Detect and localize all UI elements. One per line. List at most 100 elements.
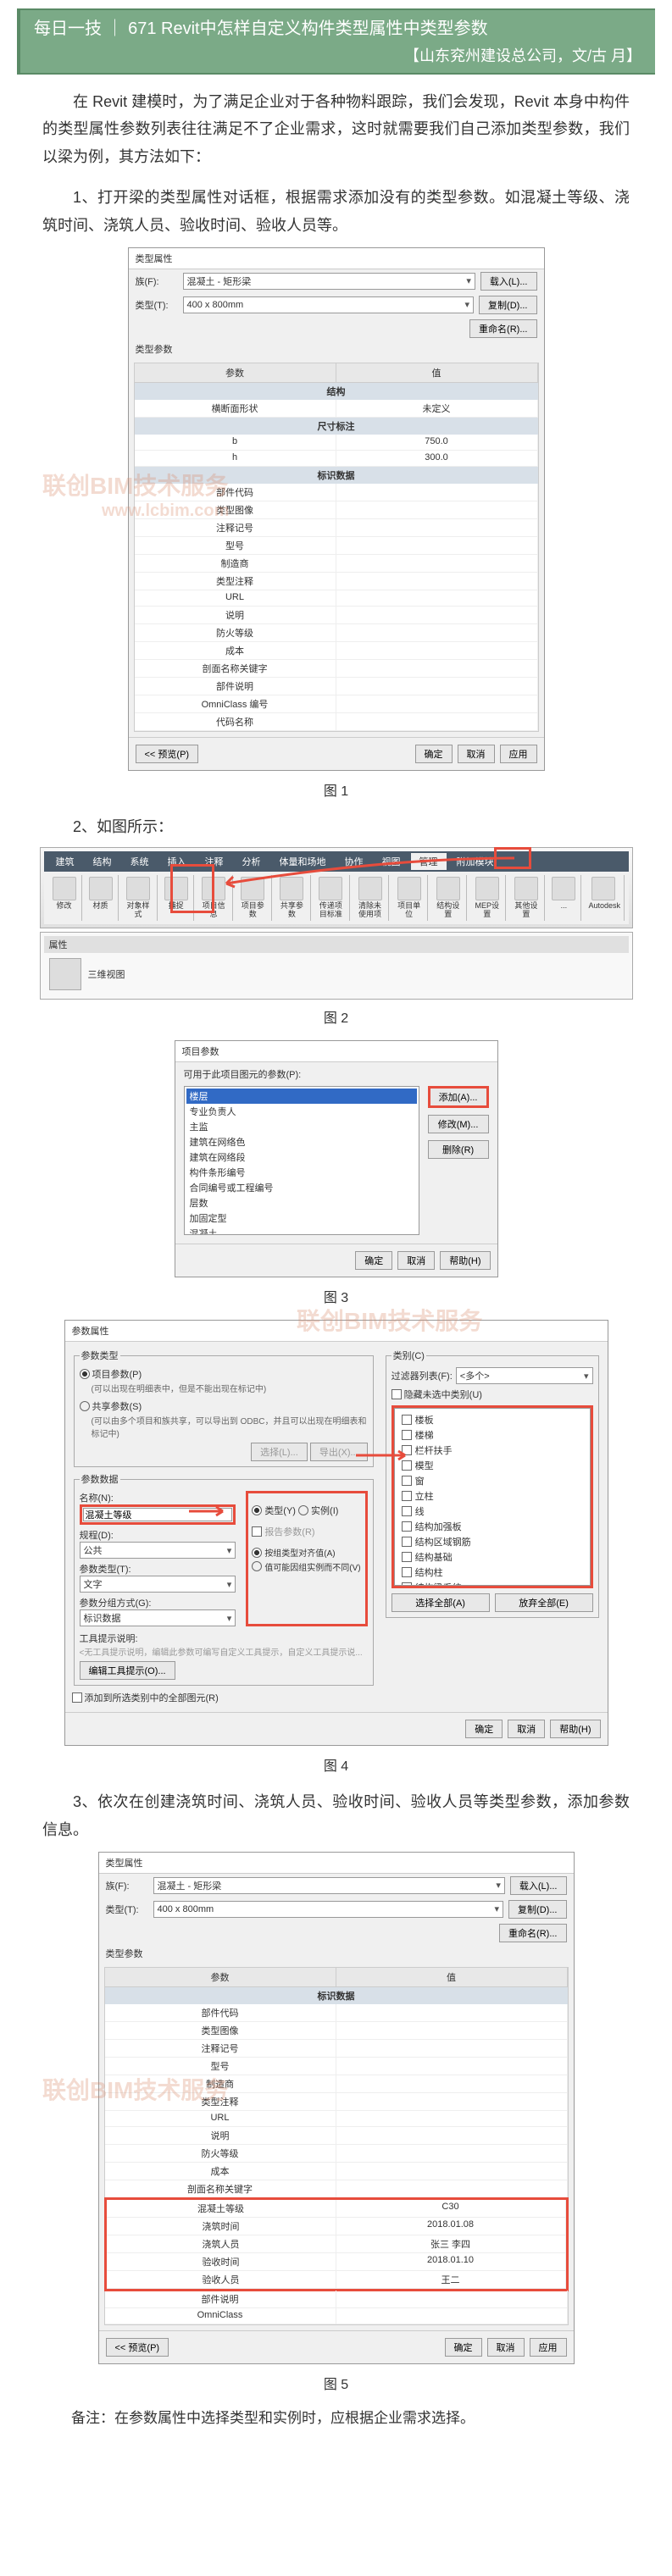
group-dimensions: 尺寸标注	[135, 418, 538, 435]
ribbon-tab[interactable]: 系统	[122, 853, 158, 870]
list-item[interactable]: 建筑在网络段	[186, 1150, 417, 1165]
shared-param-radio[interactable]: 共享参数(S)	[80, 1399, 142, 1413]
ribbon-tab[interactable]: 结构	[85, 853, 120, 870]
discipline-label: 规程(D):	[80, 1528, 236, 1542]
hide-unchecked-checkbox[interactable]: 隐藏未选中类别(U)	[392, 1388, 482, 1401]
list-item[interactable]: 专业负责人	[186, 1104, 417, 1119]
tree-item[interactable]: 模型	[398, 1458, 586, 1473]
cancel-button[interactable]: 取消	[397, 1251, 435, 1270]
table-row: 成本	[105, 2163, 568, 2180]
type-radio[interactable]: 类型(Y)	[252, 1504, 296, 1517]
figure-2: 建筑结构系统插入注释分析体量和场地协作视图管理附加模块 修改材质对象样式捕捉项目…	[40, 847, 633, 1000]
tree-item[interactable]: 结构区域钢筋	[398, 1534, 586, 1549]
ribbon-group[interactable]: Autodesk	[583, 875, 625, 921]
add-button[interactable]: 添加(A)...	[428, 1086, 489, 1108]
list-item[interactable]: 合同编号或工程编号	[186, 1180, 417, 1195]
type-select[interactable]: 400 x 800mm	[153, 1901, 504, 1918]
dialog-title: 项目参数	[175, 1041, 497, 1062]
list-item[interactable]: 构件条形编号	[186, 1165, 417, 1180]
figure-1-caption: 图 1	[0, 779, 672, 800]
table-row: OmniClass 编号	[135, 695, 538, 713]
project-param-radio[interactable]: 项目参数(P)	[80, 1367, 142, 1381]
figure-2-caption: 图 2	[0, 1006, 672, 1027]
properties-panel-title: 属性	[44, 936, 629, 953]
help-button[interactable]: 帮助(H)	[440, 1251, 490, 1270]
category-tree[interactable]: 楼板楼梯栏杆扶手模型窗立柱线结构加强板结构区域钢筋结构基础结构柱结构梁系统结构框…	[394, 1408, 591, 1586]
tree-item[interactable]: 结构柱	[398, 1565, 586, 1580]
discipline-select[interactable]: 公共	[80, 1542, 236, 1559]
apply-button[interactable]: 应用	[530, 2338, 567, 2357]
list-item[interactable]: 混凝土	[186, 1226, 417, 1235]
help-button[interactable]: 帮助(H)	[550, 1720, 600, 1738]
family-select[interactable]: 混凝土 - 矩形梁	[183, 273, 475, 290]
list-item[interactable]: 层数	[186, 1195, 417, 1210]
list-item[interactable]: 主监	[186, 1119, 417, 1134]
list-item[interactable]: 楼层	[186, 1089, 417, 1104]
family-select[interactable]: 混凝土 - 矩形梁	[153, 1877, 505, 1894]
tree-item[interactable]: 楼梯	[398, 1427, 586, 1443]
figure-5: 联创BIM技术服务 类型属性 族(F): 混凝土 - 矩形梁 载入(L)... …	[0, 1852, 672, 2364]
copy-button[interactable]: 复制(D)...	[508, 1900, 566, 1919]
load-button[interactable]: 载入(L)...	[480, 272, 537, 291]
cancel-button[interactable]: 取消	[487, 2338, 525, 2357]
tree-item[interactable]: 结构梁系统	[398, 1580, 586, 1586]
filter-select[interactable]: <多个>	[456, 1367, 593, 1384]
select-all-button[interactable]: 选择全部(A)	[392, 1593, 490, 1612]
tree-item[interactable]: 结构加强板	[398, 1519, 586, 1534]
highlight-box-1	[170, 864, 214, 913]
apply-button[interactable]: 应用	[500, 745, 537, 763]
add-all-checkbox[interactable]: 添加到所选类别中的全部图元(R)	[72, 1691, 219, 1704]
ok-button[interactable]: 确定	[465, 1720, 503, 1738]
preview-button[interactable]: << 预览(P)	[136, 745, 199, 763]
step-2: 2、如图所示：	[42, 813, 630, 840]
tree-item[interactable]: 结构基础	[398, 1549, 586, 1565]
select-button[interactable]: 选择(L)...	[251, 1443, 308, 1461]
bycat-radio[interactable]: 值可能因组实例而不同(V)	[252, 1560, 360, 1573]
table-row: 注释记号	[105, 2040, 568, 2058]
list-item[interactable]: 加固定型	[186, 1210, 417, 1226]
type-select[interactable]: 400 x 800mm	[183, 296, 475, 313]
edit-tooltip-button[interactable]: 编辑工具提示(O)...	[80, 1661, 175, 1680]
load-button[interactable]: 载入(L)...	[510, 1876, 567, 1895]
table-row: 部件代码	[135, 484, 538, 501]
rename-button[interactable]: 重命名(R)...	[469, 319, 536, 338]
delete-button[interactable]: 删除(R)	[428, 1140, 489, 1159]
cancel-button[interactable]: 取消	[508, 1720, 545, 1738]
instance-radio[interactable]: 实例(I)	[298, 1504, 338, 1517]
ribbon-group[interactable]: 修改	[47, 875, 82, 921]
table-row: 剖面名称关键字	[135, 660, 538, 678]
report-checkbox[interactable]: 报告参数(R)	[252, 1525, 314, 1538]
params-listbox[interactable]: 楼层专业负责人主监建筑在网络色建筑在网络段构件条形编号合同编号或工程编号层数加固…	[184, 1086, 419, 1235]
align-radio[interactable]: 按组类型对齐值(A)	[252, 1546, 335, 1559]
edit-button[interactable]: 修改(M)...	[428, 1115, 489, 1133]
copy-button[interactable]: 复制(D)...	[479, 296, 536, 314]
preview-button[interactable]: << 预览(P)	[106, 2338, 169, 2357]
ribbon-group[interactable]: 对象样式	[120, 875, 158, 921]
ok-button[interactable]: 确定	[445, 2338, 482, 2357]
tree-item[interactable]: 窗	[398, 1473, 586, 1488]
dialog-title: 类型属性	[99, 1853, 574, 1874]
ok-button[interactable]: 确定	[355, 1251, 392, 1270]
param-type-select[interactable]: 文字	[80, 1576, 236, 1593]
deselect-all-button[interactable]: 放弃全部(E)	[495, 1593, 593, 1612]
tree-item[interactable]: 栏杆扶手	[398, 1443, 586, 1458]
type-params-label: 类型参数	[99, 1945, 574, 1962]
table-row: h300.0	[135, 451, 538, 467]
figure-4-caption: 图 4	[0, 1754, 672, 1775]
tree-item[interactable]: 线	[398, 1504, 586, 1519]
ribbon-group[interactable]: 材质	[84, 875, 119, 921]
tree-item[interactable]: 立柱	[398, 1488, 586, 1504]
rename-button[interactable]: 重命名(R)...	[499, 1924, 566, 1942]
figure-1: 联创BIM技术服务 www.lcbim.com 类型属性 族(F): 混凝土 -…	[0, 247, 672, 771]
group-under-select[interactable]: 标识数据	[80, 1609, 236, 1626]
figure-3-caption: 图 3	[0, 1286, 672, 1306]
ok-button[interactable]: 确定	[415, 745, 453, 763]
tree-item[interactable]: 楼板	[398, 1412, 586, 1427]
cancel-button[interactable]: 取消	[458, 745, 495, 763]
ribbon-group[interactable]: ...	[547, 875, 581, 921]
table-row: 部件说明	[135, 678, 538, 695]
table-row: 类型注释	[135, 573, 538, 590]
ribbon-tab[interactable]: 建筑	[47, 853, 83, 870]
table-row: 型号	[105, 2058, 568, 2075]
list-item[interactable]: 建筑在网络色	[186, 1134, 417, 1150]
